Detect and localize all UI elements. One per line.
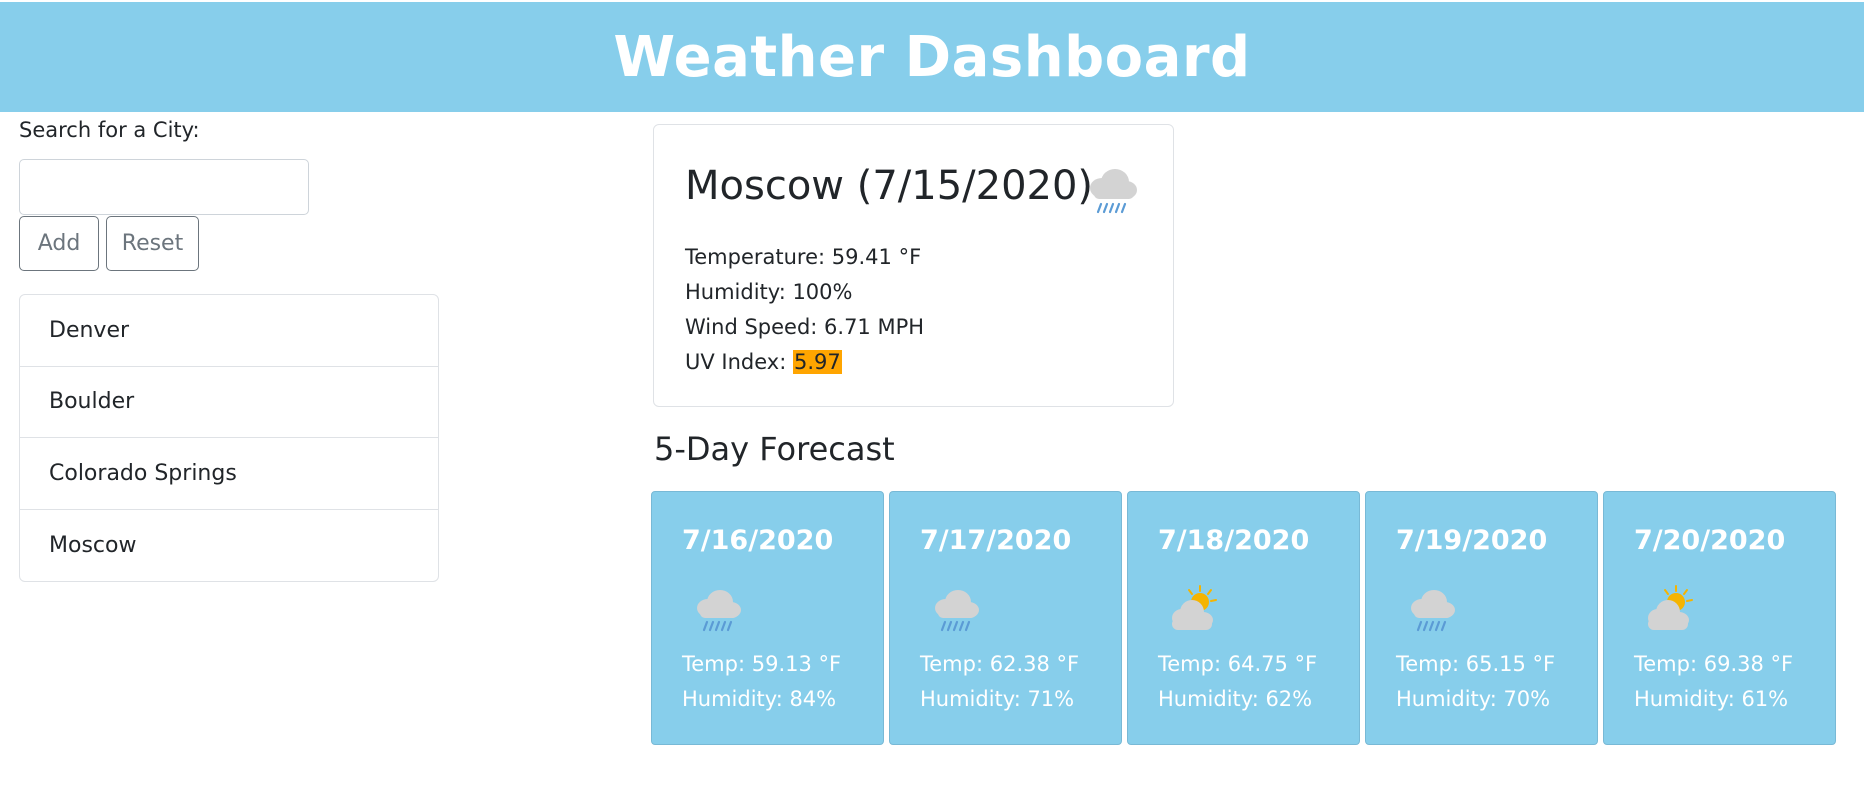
reset-button[interactable]: Reset bbox=[106, 216, 199, 271]
forecast-card: 7/20/2020 Temp: 69.38 °F Humidity: 61% bbox=[1603, 491, 1836, 745]
forecast-humidity: Humidity: 62% bbox=[1158, 687, 1313, 711]
forecast-temp: Temp: 65.15 °F bbox=[1396, 652, 1556, 676]
forecast-humidity: Humidity: 61% bbox=[1634, 687, 1789, 711]
current-humidity: Humidity: 100% bbox=[685, 280, 853, 304]
current-temperature: Temperature: 59.41 °F bbox=[685, 245, 922, 269]
city-item[interactable]: Colorado Springs bbox=[20, 438, 438, 510]
forecast-temp: Temp: 62.38 °F bbox=[920, 652, 1080, 676]
city-item[interactable]: Denver bbox=[20, 295, 438, 367]
sun-cloud-icon bbox=[1642, 584, 1698, 634]
rain-cloud-icon bbox=[1082, 164, 1142, 216]
current-wind-speed: Wind Speed: 6.71 MPH bbox=[685, 315, 925, 339]
forecast-card: 7/19/2020 Temp: 65.15 °F Humidity: 70% bbox=[1365, 491, 1598, 745]
page-header: Weather Dashboard bbox=[0, 2, 1864, 112]
forecast-date: 7/18/2020 bbox=[1158, 525, 1310, 556]
forecast-humidity: Humidity: 71% bbox=[920, 687, 1075, 711]
rain-cloud-icon bbox=[690, 584, 746, 634]
city-item[interactable]: Boulder bbox=[20, 367, 438, 438]
add-button[interactable]: Add bbox=[19, 216, 99, 271]
forecast-date: 7/17/2020 bbox=[920, 525, 1072, 556]
current-uv-index: UV Index: 5.97 bbox=[685, 350, 842, 374]
rain-cloud-icon bbox=[928, 584, 984, 634]
forecast-humidity: Humidity: 84% bbox=[682, 687, 837, 711]
forecast-temp: Temp: 59.13 °F bbox=[682, 652, 842, 676]
forecast-date: 7/16/2020 bbox=[682, 525, 834, 556]
city-history-list: Denver Boulder Colorado Springs Moscow bbox=[19, 294, 439, 582]
forecast-humidity: Humidity: 70% bbox=[1396, 687, 1551, 711]
forecast-temp: Temp: 69.38 °F bbox=[1634, 652, 1794, 676]
current-city-title: Moscow (7/15/2020) bbox=[685, 163, 1094, 209]
forecast-temp: Temp: 64.75 °F bbox=[1158, 652, 1318, 676]
city-search-input[interactable] bbox=[19, 159, 309, 215]
forecast-date: 7/20/2020 bbox=[1634, 525, 1786, 556]
rain-cloud-icon bbox=[1404, 584, 1460, 634]
city-item[interactable]: Moscow bbox=[20, 510, 438, 582]
page-title: Weather Dashboard bbox=[613, 24, 1251, 90]
forecast-date: 7/19/2020 bbox=[1396, 525, 1548, 556]
sun-cloud-icon bbox=[1166, 584, 1222, 634]
forecast-title: 5-Day Forecast bbox=[654, 430, 895, 468]
current-weather-card: Moscow (7/15/2020) Temperature: 59.41 °F… bbox=[653, 124, 1174, 407]
forecast-card: 7/17/2020 Temp: 62.38 °F Humidity: 71% bbox=[889, 491, 1122, 745]
uv-index-label: UV Index: bbox=[685, 350, 793, 374]
uv-index-badge: 5.97 bbox=[792, 350, 842, 374]
search-label: Search for a City: bbox=[19, 118, 200, 142]
forecast-card: 7/18/2020 Temp: 64.75 °F Humidity: 62% bbox=[1127, 491, 1360, 745]
forecast-card: 7/16/2020 Temp: 59.13 °F Humidity: 84% bbox=[651, 491, 884, 745]
